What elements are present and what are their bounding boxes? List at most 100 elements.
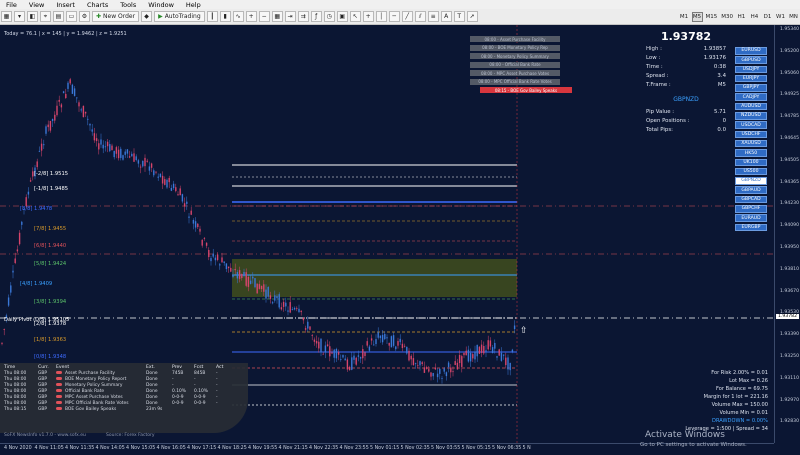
symbol-button-hk50[interactable]: HK50 bbox=[735, 149, 767, 157]
candle-body bbox=[345, 359, 346, 361]
windows-watermark: Activate Windows bbox=[645, 430, 725, 440]
candle-body bbox=[373, 345, 374, 346]
menu-item-insert[interactable]: Insert bbox=[50, 1, 81, 9]
menu-item-file[interactable]: File bbox=[0, 1, 23, 9]
candle-body bbox=[356, 358, 357, 365]
candle-body bbox=[109, 144, 110, 151]
trendline-icon[interactable]: ╱ bbox=[402, 11, 413, 22]
symbol-button-audusd[interactable]: AUDUSD bbox=[735, 103, 767, 111]
news-box[interactable]: 08:00 - MPC Asset Purchase Votes bbox=[470, 70, 560, 76]
symbol-button-gbpusd[interactable]: GBPUSD bbox=[735, 56, 767, 64]
candle-body bbox=[21, 222, 22, 225]
crosshair-icon[interactable]: + bbox=[363, 11, 374, 22]
timeframe-mn[interactable]: MN bbox=[788, 12, 799, 22]
new-order-button[interactable]: ✚New Order bbox=[92, 11, 139, 22]
line-chart-icon[interactable]: ∿ bbox=[233, 11, 244, 22]
symbol-button-gbpchf[interactable]: GBPCHF bbox=[735, 205, 767, 213]
symbol-button-eurusd[interactable]: EURUSD bbox=[735, 47, 767, 55]
candle-body bbox=[470, 353, 471, 362]
symbol-button-eurgbp[interactable]: EURGBP bbox=[735, 224, 767, 232]
market-watch-icon[interactable]: ◧ bbox=[27, 11, 38, 22]
symbol-button-gbpnzd[interactable]: GBPNZD bbox=[735, 177, 767, 185]
candle-body bbox=[466, 351, 467, 356]
risk-line: For Balance = 69.75 bbox=[676, 386, 768, 394]
candle-body bbox=[155, 172, 156, 173]
timeframe-h4[interactable]: H4 bbox=[749, 12, 760, 22]
news-box[interactable]: 08:15 - BOE Gov Bailey Speaks bbox=[480, 87, 572, 93]
equidistant-channel-icon[interactable]: ⫽ bbox=[415, 11, 426, 22]
timeframe-w1[interactable]: W1 bbox=[775, 12, 786, 22]
fibonacci-icon[interactable]: ≡ bbox=[428, 11, 439, 22]
symbol-button-usdchf[interactable]: USDCHF bbox=[735, 131, 767, 139]
horizontal-line-icon[interactable]: ─ bbox=[389, 11, 400, 22]
text-tool-icon[interactable]: A bbox=[441, 11, 452, 22]
vertical-line-icon[interactable]: │ bbox=[376, 11, 387, 22]
indicators-icon[interactable]: ƒ bbox=[311, 11, 322, 22]
candle-body bbox=[142, 161, 143, 166]
templates-icon[interactable]: ▣ bbox=[337, 11, 348, 22]
timeframe-m5[interactable]: M5 bbox=[692, 12, 703, 22]
periods-icon[interactable]: ◷ bbox=[324, 11, 335, 22]
news-box[interactable]: 08:00 - Official Bank Rate bbox=[470, 62, 560, 68]
symbol-button-xauusd[interactable]: XAUUSD bbox=[735, 140, 767, 148]
timeframe-m15[interactable]: M15 bbox=[705, 12, 719, 22]
menu-item-window[interactable]: Window bbox=[142, 1, 180, 9]
arrows-icon[interactable]: ➚ bbox=[467, 11, 478, 22]
menu-item-help[interactable]: Help bbox=[180, 1, 207, 9]
news-cell-fcst: 0.10% bbox=[194, 389, 216, 394]
menu-item-charts[interactable]: Charts bbox=[81, 1, 114, 9]
cursor-icon[interactable]: ↖ bbox=[350, 11, 361, 22]
profiles-icon[interactable]: ▾ bbox=[14, 11, 25, 22]
symbol-button-gbpaud[interactable]: GBPAUD bbox=[735, 186, 767, 194]
zoom-in-icon[interactable]: + bbox=[246, 11, 257, 22]
news-box[interactable]: 08:00 - Monetary Policy Summary bbox=[470, 53, 560, 59]
symbol-button-nzdusd[interactable]: NZDUSD bbox=[735, 112, 767, 120]
symbol-button-usdjpy[interactable]: USDJPY bbox=[735, 66, 767, 74]
timeframe-h1[interactable]: H1 bbox=[736, 12, 747, 22]
terminal-icon[interactable]: ▭ bbox=[66, 11, 77, 22]
time-tick: 5 Nov 05:15 bbox=[462, 446, 491, 451]
data-window-icon[interactable]: ▤ bbox=[53, 11, 64, 22]
zoom-out-icon[interactable]: − bbox=[259, 11, 270, 22]
text-label-icon[interactable]: T bbox=[454, 11, 465, 22]
symbol-button-uk100[interactable]: UK100 bbox=[735, 159, 767, 167]
menu-item-tools[interactable]: Tools bbox=[114, 1, 142, 9]
news-row: Thu 08:00GBPMonetary Policy SummaryDone-… bbox=[0, 382, 248, 388]
news-box[interactable]: 08:00 - Asset Purchase Facility bbox=[470, 36, 560, 42]
menu-item-view[interactable]: View bbox=[23, 1, 50, 9]
candle-body bbox=[133, 153, 134, 161]
strategy-tester-icon[interactable]: ⚙ bbox=[79, 11, 90, 22]
candle-body bbox=[404, 346, 405, 347]
autotrading-button[interactable]: ▶AutoTrading bbox=[154, 11, 205, 22]
level-label: [6/8] 1.9440 bbox=[34, 243, 66, 249]
news-cell-act: - bbox=[216, 377, 234, 382]
candle-chart-icon[interactable]: ▮ bbox=[220, 11, 231, 22]
chart-shift-icon[interactable]: ⇥ bbox=[285, 11, 296, 22]
timeframe-m30[interactable]: M30 bbox=[720, 12, 734, 22]
symbol-button-us500[interactable]: US500 bbox=[735, 168, 767, 176]
autoscroll-icon[interactable]: ⇉ bbox=[298, 11, 309, 22]
meta-editor-icon[interactable]: ◆ bbox=[141, 11, 152, 22]
risk-line: For Risk 2.00% = 0.01 bbox=[676, 370, 768, 378]
symbol-button-cadjpy[interactable]: CADJPY bbox=[735, 93, 767, 101]
tile-windows-icon[interactable]: ▦ bbox=[272, 11, 283, 22]
navigator-icon[interactable]: ⌖ bbox=[40, 11, 51, 22]
bar-chart-icon[interactable]: ┃ bbox=[207, 11, 218, 22]
symbol-button-usdcad[interactable]: USDCAD bbox=[735, 121, 767, 129]
candle-body bbox=[103, 145, 104, 149]
news-row: Thu 08:15GBPBOE Gov Bailey Speaks23m 9s bbox=[0, 406, 248, 412]
new-chart-icon[interactable]: ▦ bbox=[1, 11, 12, 22]
news-box[interactable]: 08:00 - BOE Monetary Policy Rep bbox=[470, 45, 560, 51]
symbol-button-gbpjpy[interactable]: GBPJPY bbox=[735, 84, 767, 92]
candle-body bbox=[501, 353, 502, 361]
symbol-button-gbpcad[interactable]: GBPCAD bbox=[735, 196, 767, 204]
timeframe-d1[interactable]: D1 bbox=[762, 12, 773, 22]
symbol-button-euraud[interactable]: EURAUD bbox=[735, 214, 767, 222]
symbol-button-eurjpy[interactable]: EURJPY bbox=[735, 75, 767, 83]
time-tick: 5 Nov 03:55 bbox=[431, 446, 460, 451]
news-cell-act: - bbox=[216, 383, 234, 388]
candle-body bbox=[221, 257, 222, 262]
candle-body bbox=[182, 194, 183, 201]
timeframe-m1[interactable]: M1 bbox=[679, 12, 690, 22]
news-box[interactable]: 08:00 - MPC Official Bank Rate Votes bbox=[470, 79, 560, 85]
